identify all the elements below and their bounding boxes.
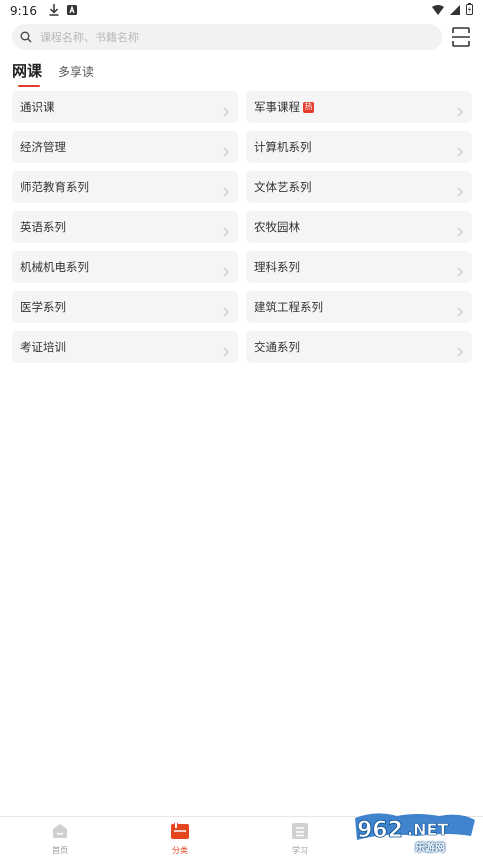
chevron-right-icon — [457, 222, 463, 241]
category-label: 农牧园林 — [254, 220, 300, 234]
category-label: 军事课程 — [254, 100, 300, 114]
category-label: 通识课 — [20, 100, 55, 114]
watermark-logo: 962 .NET 乐游网 — [347, 810, 479, 856]
category-label: 理科系列 — [254, 260, 300, 274]
chevron-right-icon — [223, 222, 229, 241]
nav-category[interactable]: 分类 — [120, 817, 240, 859]
chevron-right-icon — [457, 102, 463, 121]
category-label: 文体艺系列 — [254, 180, 312, 194]
category-item[interactable]: 师范教育系列 — [12, 171, 238, 203]
category-item[interactable]: 理科系列 — [246, 251, 472, 283]
category-item[interactable]: 经济管理 — [12, 131, 238, 163]
category-item[interactable]: 军事课程热 — [246, 91, 472, 123]
status-right-icons — [432, 3, 473, 18]
category-item[interactable]: 通识课 — [12, 91, 238, 123]
search-box[interactable] — [12, 24, 442, 50]
tab-reading[interactable]: 多享读 — [58, 63, 94, 81]
battery-icon — [466, 3, 473, 18]
chevron-right-icon — [457, 302, 463, 321]
category-item[interactable]: 英语系列 — [12, 211, 238, 243]
category-icon — [171, 823, 189, 843]
download-icon — [49, 3, 59, 19]
category-item[interactable]: 农牧园林 — [246, 211, 472, 243]
chevron-right-icon — [223, 142, 229, 161]
chevron-right-icon — [457, 142, 463, 161]
status-time: 9:16 — [10, 4, 37, 18]
chevron-right-icon — [223, 262, 229, 281]
category-item[interactable]: 交通系列 — [246, 331, 472, 363]
category-item[interactable]: 医学系列 — [12, 291, 238, 323]
category-item[interactable]: 机械机电系列 — [12, 251, 238, 283]
category-item[interactable]: 计算机系列 — [246, 131, 472, 163]
search-input[interactable] — [38, 29, 422, 45]
svg-text:.NET: .NET — [407, 820, 448, 839]
search-icon — [20, 28, 32, 47]
chevron-right-icon — [223, 342, 229, 361]
tab-bar: 网课 多享读 — [12, 60, 110, 87]
tab-label: 多享读 — [58, 65, 95, 79]
nav-label: 分类 — [172, 846, 188, 855]
svg-text:962: 962 — [357, 818, 403, 843]
nav-home[interactable]: 首页 — [0, 817, 120, 859]
category-label: 考证培训 — [20, 340, 66, 354]
category-label: 经济管理 — [20, 140, 66, 154]
nav-label: 学习 — [292, 846, 308, 855]
home-icon — [52, 823, 68, 843]
notification-a-icon — [66, 4, 77, 18]
watermark-text: 乐游网 — [415, 843, 445, 854]
category-item[interactable]: 建筑工程系列 — [246, 291, 472, 323]
nav-label: 首页 — [52, 846, 68, 855]
study-icon — [292, 823, 308, 843]
category-label: 英语系列 — [20, 220, 66, 234]
category-label: 师范教育系列 — [20, 180, 89, 194]
search-row — [12, 24, 471, 50]
wifi-icon — [432, 4, 444, 18]
chevron-right-icon — [223, 182, 229, 201]
category-label: 医学系列 — [20, 300, 66, 314]
chevron-right-icon — [457, 182, 463, 201]
category-label: 计算机系列 — [254, 140, 312, 154]
tab-label: 网课 — [12, 62, 43, 80]
signal-icon — [450, 4, 460, 18]
chevron-right-icon — [223, 302, 229, 321]
status-bar: 9:16 — [0, 0, 483, 22]
category-label: 交通系列 — [254, 340, 300, 354]
category-item[interactable]: 文体艺系列 — [246, 171, 472, 203]
category-item[interactable]: 考证培训 — [12, 331, 238, 363]
chevron-right-icon — [457, 262, 463, 281]
category-label: 建筑工程系列 — [254, 300, 323, 314]
chevron-right-icon — [457, 342, 463, 361]
tab-active-indicator — [18, 85, 40, 87]
category-grid: 通识课 军事课程热 经济管理 计算机系列 师范教育系列 文体艺系列 英语系列 农… — [12, 91, 472, 363]
category-label: 机械机电系列 — [20, 260, 89, 274]
chevron-right-icon — [223, 102, 229, 121]
nav-study[interactable]: 学习 — [240, 817, 360, 859]
tab-online-course[interactable]: 网课 — [12, 60, 43, 87]
scan-icon[interactable] — [451, 26, 471, 48]
hot-badge: 热 — [303, 101, 314, 113]
